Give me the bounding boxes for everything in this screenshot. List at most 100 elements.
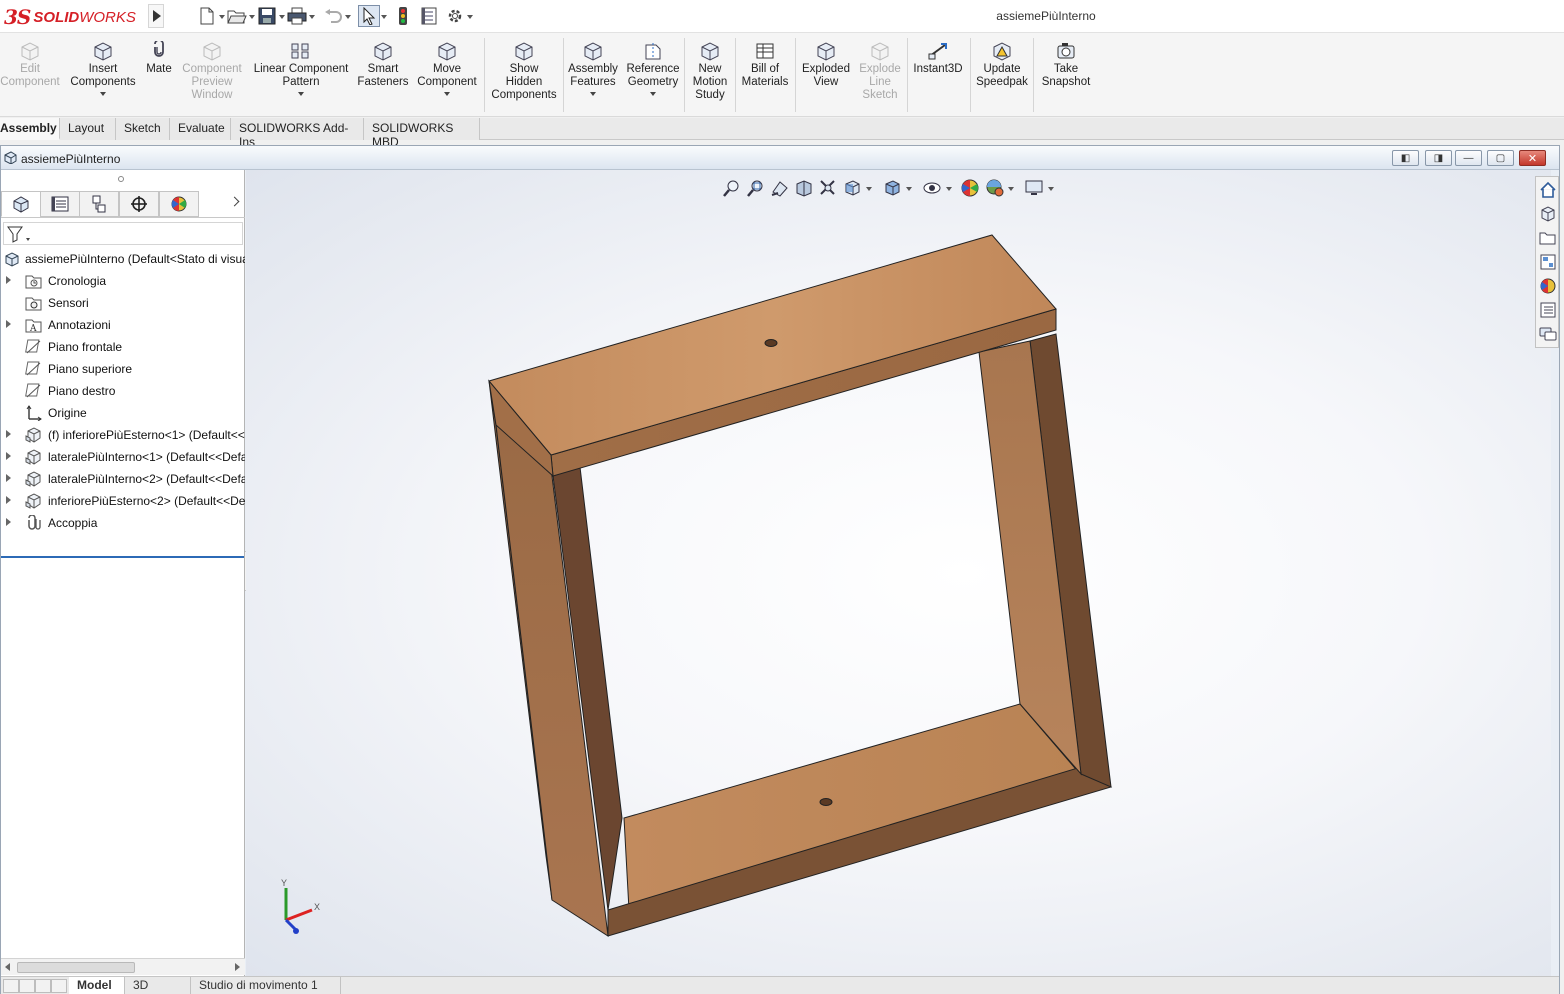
tree-horizontal-scrollbar[interactable] — [1, 958, 245, 975]
save-dropdown[interactable] — [278, 5, 286, 27]
move-component-button[interactable]: Move Component — [414, 39, 480, 115]
expand-arrow-icon[interactable] — [6, 474, 11, 482]
chevron-down-icon[interactable] — [298, 92, 304, 96]
tree-item[interactable]: lateralePiùInterno<1> (Default<<Defa — [1, 446, 245, 468]
motion-study-button[interactable]: New Motion Study — [688, 39, 732, 115]
file-properties-icon[interactable] — [418, 5, 440, 27]
bottom-tab-3d-views[interactable]: 3D Views — [125, 977, 191, 994]
scroll-thumb[interactable] — [17, 962, 135, 973]
tile-left-button[interactable]: ◧ — [1392, 150, 1419, 166]
mates-icon — [25, 514, 42, 531]
tab-assembly[interactable]: Assembly — [0, 118, 60, 140]
configurationmanager-tab[interactable] — [79, 191, 119, 217]
instant3d-button[interactable]: Instant3D — [910, 39, 966, 115]
panel-tabs-next-icon[interactable] — [229, 197, 239, 209]
first-tab-arrow-icon[interactable] — [3, 979, 19, 993]
minimize-button[interactable]: — — [1455, 150, 1482, 166]
expand-arrow-icon[interactable] — [6, 320, 11, 328]
smart-fasteners-button[interactable]: Smart Fasteners — [354, 39, 412, 115]
open-folder-icon[interactable] — [226, 5, 248, 27]
snapshot-camera-button[interactable]: Take Snapshot — [1036, 39, 1096, 115]
undo-icon[interactable] — [322, 5, 344, 27]
tree-root-assembly[interactable]: assiemePiùInterno (Default<Stato di visu… — [1, 248, 245, 270]
displaymanager-tab[interactable] — [159, 191, 199, 217]
update-speedpak-button[interactable]: Update Speedpak — [972, 39, 1032, 115]
tree-item[interactable]: Accoppia — [1, 512, 245, 534]
appearances-scenes-icon[interactable] — [1538, 276, 1558, 296]
component-preview-button[interactable]: Component Preview Window — [178, 39, 246, 115]
solidworks-logo[interactable]: 3S SOLIDWORKS — [4, 3, 144, 31]
design-library-icon[interactable] — [1538, 204, 1558, 224]
tree-item[interactable]: Piano superiore — [1, 358, 245, 380]
custom-properties-icon[interactable] — [1538, 300, 1558, 320]
select-dropdown[interactable] — [380, 5, 388, 27]
last-tab-arrow-icon[interactable] — [51, 979, 67, 993]
restore-button[interactable]: ▢ — [1487, 150, 1514, 166]
tree-item[interactable]: A Annotazioni — [1, 314, 245, 336]
close-button[interactable]: ✕ — [1519, 150, 1546, 166]
tab-solidworks-mbd[interactable]: SOLIDWORKS MBD — [364, 118, 480, 149]
tree-item[interactable]: (f) inferiorePiùEsterno<1> (Default<< — [1, 424, 245, 446]
select-arrow-icon[interactable] — [358, 5, 380, 27]
solidworks-resources-icon[interactable] — [1538, 180, 1558, 200]
tab-sketch[interactable]: Sketch — [116, 118, 170, 140]
expand-arrow-icon[interactable] — [6, 452, 11, 460]
show-hidden-button[interactable]: Show Hidden Components — [488, 39, 560, 115]
tree-item[interactable]: Piano destro — [1, 380, 245, 402]
undo-dropdown[interactable] — [344, 5, 352, 27]
chevron-down-icon[interactable] — [100, 92, 106, 96]
linear-pattern-button[interactable]: Linear Component Pattern — [250, 39, 352, 115]
explode-line-sketch-button[interactable]: Explode Line Sketch — [856, 39, 904, 115]
expand-arrow-icon[interactable] — [6, 518, 11, 526]
scroll-right-arrow-icon[interactable] — [235, 963, 240, 971]
chevron-down-icon[interactable] — [590, 92, 596, 96]
forum-icon[interactable] — [1538, 324, 1558, 344]
tab-layout[interactable]: Layout — [60, 118, 116, 140]
traffic-light-icon[interactable] — [392, 5, 414, 27]
file-explorer-icon[interactable] — [1538, 228, 1558, 248]
edit-component-button[interactable]: Edit Component — [0, 39, 60, 115]
previous-tab-arrow-icon[interactable] — [19, 979, 35, 993]
tile-right-button[interactable]: ◨ — [1425, 150, 1452, 166]
new-document-icon[interactable] — [196, 5, 218, 27]
panel-grip[interactable] — [118, 176, 124, 182]
chevron-down-icon[interactable] — [444, 92, 450, 96]
expand-arrow-icon[interactable] — [6, 496, 11, 504]
options-dropdown[interactable] — [466, 5, 474, 27]
assembly-features-button[interactable]: Assembly Features — [566, 39, 620, 115]
scroll-left-arrow-icon[interactable] — [5, 963, 10, 971]
tree-filter[interactable] — [3, 222, 243, 245]
featuremanager-tab[interactable] — [1, 191, 41, 217]
bottom-tab-studio-di-movimento-1[interactable]: Studio di movimento 1 — [191, 977, 341, 994]
propertymanager-tab[interactable] — [40, 191, 80, 217]
save-icon[interactable] — [256, 5, 278, 27]
view-palette-icon[interactable] — [1538, 252, 1558, 272]
print-dropdown[interactable] — [308, 5, 316, 27]
graphics-area[interactable]: Y X — [246, 170, 1551, 976]
tree-item[interactable]: inferiorePiùEsterno<2> (Default<<De — [1, 490, 245, 512]
reference-geometry-button[interactable]: Reference Geometry — [624, 39, 682, 115]
open-dropdown[interactable] — [248, 5, 256, 27]
tree-item[interactable]: Piano frontale — [1, 336, 245, 358]
options-gear-icon[interactable] — [444, 5, 466, 27]
print-icon[interactable] — [286, 5, 308, 27]
mate-button[interactable]: Mate — [142, 39, 176, 115]
exploded-view-button[interactable]: Exploded View — [798, 39, 854, 115]
tree-item[interactable]: Sensori — [1, 292, 245, 314]
expand-arrow-icon[interactable] — [6, 430, 11, 438]
tab-solidworks-add-ins[interactable]: SOLIDWORKS Add-Ins — [231, 118, 364, 149]
insert-components-button[interactable]: Insert Components — [66, 39, 140, 115]
menu-expand-arrow[interactable] — [148, 4, 164, 28]
tree-item[interactable]: Cronologia — [1, 270, 245, 292]
tab-evaluate[interactable]: Evaluate — [170, 118, 231, 140]
chevron-down-icon[interactable] — [650, 92, 656, 96]
wooden-frame-model[interactable] — [246, 170, 1551, 976]
next-tab-arrow-icon[interactable] — [35, 979, 51, 993]
bottom-tab-model[interactable]: Model — [69, 977, 125, 994]
tree-item[interactable]: Origine — [1, 402, 245, 424]
expand-arrow-icon[interactable] — [6, 276, 11, 284]
dimxpert-tab[interactable] — [119, 191, 159, 217]
tree-item[interactable]: lateralePiùInterno<2> (Default<<Defa — [1, 468, 245, 490]
new-document-dropdown[interactable] — [218, 5, 226, 27]
bill-of-materials-button[interactable]: Bill of Materials — [738, 39, 792, 115]
